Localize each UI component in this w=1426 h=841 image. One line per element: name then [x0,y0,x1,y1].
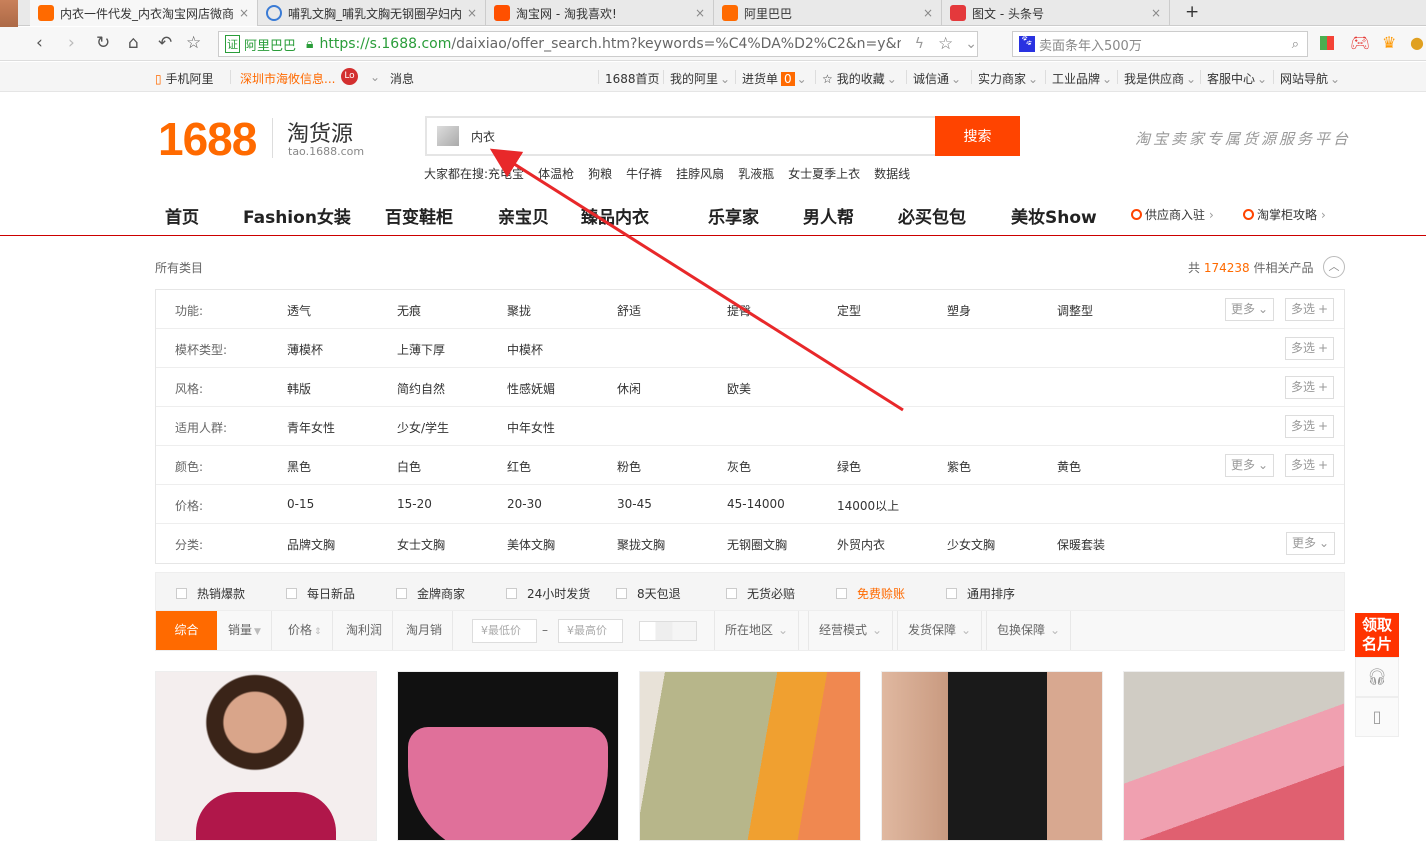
annotation-arrow [0,0,1426,830]
arrow-line [500,155,903,410]
